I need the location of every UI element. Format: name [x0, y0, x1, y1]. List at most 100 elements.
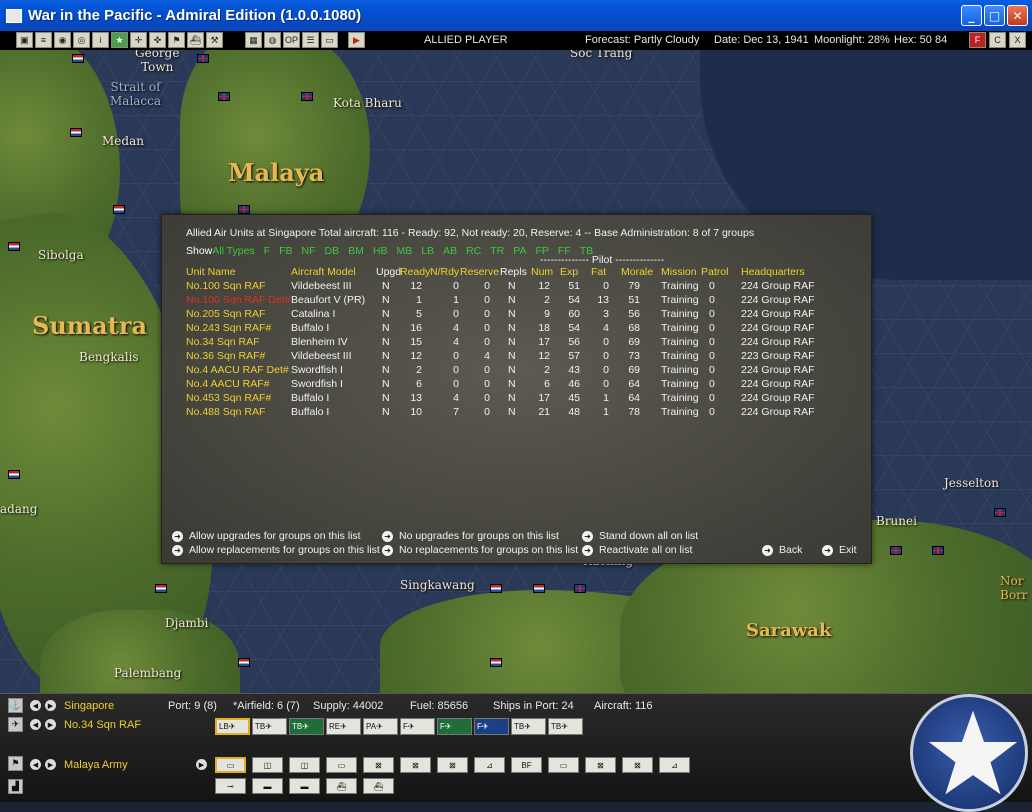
- next-base-icon[interactable]: ▶: [45, 700, 56, 711]
- exit-panel-button[interactable]: ➜ Exit: [822, 544, 857, 556]
- tool-icon[interactable]: ⚒: [206, 32, 223, 48]
- air-group-button[interactable]: F ✈: [437, 718, 472, 735]
- col-nrdy[interactable]: N/Rdy: [430, 266, 459, 278]
- nl-flag-icon[interactable]: [490, 584, 502, 593]
- factory-icon[interactable]: ▟: [8, 779, 23, 794]
- facility-button[interactable]: ⛴: [326, 778, 357, 794]
- nl-flag-icon[interactable]: [533, 584, 545, 593]
- air-group-button[interactable]: TB ✈: [252, 718, 287, 735]
- unit-type-button[interactable]: ⊿: [474, 757, 505, 773]
- filter-bm[interactable]: BM: [348, 245, 364, 257]
- cell-unit-name[interactable]: No.36 Sqn RAF#: [186, 350, 265, 362]
- report-icon[interactable]: ≡: [35, 32, 52, 48]
- flag-icon[interactable]: ⚑: [8, 756, 23, 771]
- intel-icon[interactable]: ◉: [54, 32, 71, 48]
- list-icon[interactable]: ☰: [302, 32, 319, 48]
- unit-type-button[interactable]: ⊠: [622, 757, 653, 773]
- unit-type-button[interactable]: ⊠: [400, 757, 431, 773]
- allow-upgrades-button[interactable]: ➜ Allow upgrades for groups on this list: [172, 530, 361, 542]
- table-row[interactable]: No.453 Sqn RAF# Buffalo I N 13 4 0 N 17 45 1 64 Tra…: [162, 392, 873, 406]
- table-row[interactable]: No.100 Sqn RAF Vildebeest III N 12 0 0 N 12 51 0 7…: [162, 280, 873, 294]
- op-icon[interactable]: OP: [283, 32, 300, 48]
- filter-lb[interactable]: LB: [421, 245, 434, 257]
- nl-flag-icon[interactable]: [155, 584, 167, 593]
- maximize-button[interactable]: □: [984, 5, 1005, 26]
- facility-button[interactable]: ⛴: [363, 778, 394, 794]
- filter-db[interactable]: DB: [325, 245, 340, 257]
- play-icon[interactable]: ▶: [348, 32, 365, 48]
- col-mission[interactable]: Mission: [661, 266, 697, 278]
- air-group-button[interactable]: PA ✈: [363, 718, 398, 735]
- unit-type-button[interactable]: ◫: [289, 757, 320, 773]
- col-repls[interactable]: Repls: [500, 266, 527, 278]
- nl-flag-icon[interactable]: [238, 658, 250, 667]
- base-name[interactable]: Singapore: [64, 700, 114, 712]
- prev-air-unit-icon[interactable]: ◀: [30, 719, 41, 730]
- uk-flag-icon[interactable]: [890, 546, 902, 555]
- nl-flag-icon[interactable]: [8, 242, 20, 251]
- cell-unit-name[interactable]: No.205 Sqn RAF: [186, 308, 265, 320]
- star-icon[interactable]: ★: [111, 32, 128, 48]
- cell-unit-name[interactable]: No.488 Sqn RAF: [186, 406, 265, 418]
- airplane-icon[interactable]: ✈: [8, 717, 23, 732]
- table-row[interactable]: No.205 Sqn RAF Catalina I N 5 0 0 N 9 60 3 56 Train…: [162, 308, 873, 322]
- grid-icon[interactable]: ▦: [245, 32, 262, 48]
- info-icon[interactable]: i: [92, 32, 109, 48]
- cell-unit-name[interactable]: No.243 Sqn RAF#: [186, 322, 271, 334]
- cell-unit-name[interactable]: No.34 Sqn RAF: [186, 336, 260, 348]
- col-exp[interactable]: Exp: [560, 266, 578, 278]
- facility-button[interactable]: ▬: [289, 778, 320, 794]
- next-air-unit-icon[interactable]: ▶: [45, 719, 56, 730]
- intel-icon[interactable]: ◎: [73, 32, 90, 48]
- uk-flag-icon[interactable]: [301, 92, 313, 101]
- air-group-button[interactable]: F ✈: [474, 718, 509, 735]
- air-group-button[interactable]: F ✈: [400, 718, 435, 735]
- table-row[interactable]: No.243 Sqn RAF# Buffalo I N 16 4 0 N 18 54 4 68 Tra…: [162, 322, 873, 336]
- air-unit-name[interactable]: No.34 Sqn RAF: [64, 719, 141, 731]
- army-play-icon[interactable]: ▶: [196, 759, 207, 770]
- army-name[interactable]: Malaya Army: [64, 759, 128, 771]
- prev-army-icon[interactable]: ◀: [30, 759, 41, 770]
- cell-unit-name[interactable]: No.100 Sqn RAF Det#: [186, 294, 290, 306]
- air-group-button[interactable]: TB ✈: [289, 718, 324, 735]
- unit-type-button[interactable]: ⊿: [659, 757, 690, 773]
- nl-flag-icon[interactable]: [490, 658, 502, 667]
- col-headquarters[interactable]: Headquarters: [741, 266, 805, 278]
- filter-all-types[interactable]: All Types: [212, 245, 254, 257]
- col-ready[interactable]: Ready: [400, 266, 430, 278]
- air-group-button[interactable]: LB ✈: [215, 718, 250, 735]
- filter-rc[interactable]: RC: [466, 245, 481, 257]
- ship-icon[interactable]: ⛴: [187, 32, 204, 48]
- uk-flag-icon[interactable]: [197, 54, 209, 63]
- air-group-button[interactable]: TB ✈: [511, 718, 546, 735]
- filter-tr[interactable]: TR: [490, 245, 504, 257]
- cell-unit-name[interactable]: No.4 AACU RAF Det#: [186, 364, 289, 376]
- filter-hb[interactable]: HB: [373, 245, 388, 257]
- game-map[interactable]: George Town Soc Trang Strait of Malacca …: [0, 50, 1032, 693]
- nl-flag-icon[interactable]: [8, 470, 20, 479]
- back-button[interactable]: ➜ Back: [762, 544, 802, 556]
- table-row[interactable]: No.488 Sqn RAF Buffalo I N 10 7 0 N 21 48 1 78 Trai…: [162, 406, 873, 420]
- table-row[interactable]: No.4 AACU RAF# Swordfish I N 6 0 0 N 6 46 0 64 Trai…: [162, 378, 873, 392]
- flag-icon[interactable]: ⚑: [168, 32, 185, 48]
- table-row[interactable]: No.100 Sqn RAF Det# Beaufort V (PR) N 1 1 0 N 2…: [162, 294, 873, 308]
- minimize-button[interactable]: _: [961, 5, 982, 26]
- exit-button[interactable]: X: [1009, 32, 1026, 48]
- uk-flag-icon[interactable]: [994, 508, 1006, 517]
- nl-flag-icon[interactable]: [70, 128, 82, 137]
- anchor-icon[interactable]: ⚓: [8, 698, 23, 713]
- target-icon[interactable]: ✜: [149, 32, 166, 48]
- unit-type-button[interactable]: ⊠: [585, 757, 616, 773]
- unit-type-button[interactable]: ⊠: [437, 757, 468, 773]
- col-num[interactable]: Num: [531, 266, 553, 278]
- cell-unit-name[interactable]: No.4 AACU RAF#: [186, 378, 269, 390]
- unit-type-button[interactable]: ⊠: [363, 757, 394, 773]
- window-icon[interactable]: ▭: [321, 32, 338, 48]
- col-unit-name[interactable]: Unit Name: [186, 266, 236, 278]
- air-group-button[interactable]: RE ✈: [326, 718, 361, 735]
- facility-button[interactable]: ▬: [252, 778, 283, 794]
- cell-unit-name[interactable]: No.100 Sqn RAF: [186, 280, 265, 292]
- filter-pa[interactable]: PA: [513, 245, 526, 257]
- col-fat[interactable]: Fat: [591, 266, 606, 278]
- stand-down-button[interactable]: ➜ Stand down all on list: [582, 530, 698, 542]
